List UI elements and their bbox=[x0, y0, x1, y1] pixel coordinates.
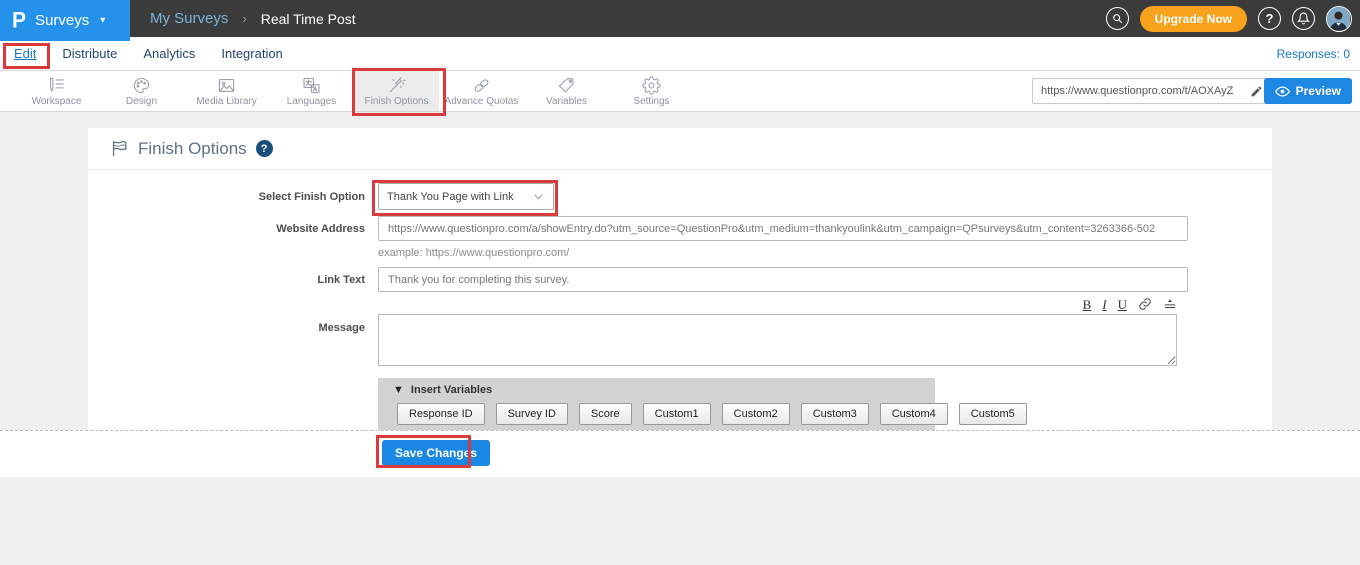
variable-custom2-button[interactable]: Custom2 bbox=[722, 403, 790, 425]
panel-header: Finish Options ? bbox=[88, 128, 1272, 170]
link-text-label: Link Text bbox=[88, 267, 365, 286]
questionpro-logo: P bbox=[12, 9, 26, 31]
page-title: Finish Options bbox=[138, 139, 247, 159]
select-finish-option-label: Select Finish Option bbox=[88, 183, 365, 203]
pen-list-icon bbox=[47, 76, 66, 95]
toolbar-item-media-library[interactable]: Media Library bbox=[184, 71, 269, 111]
align-icon bbox=[1163, 297, 1177, 311]
italic-button[interactable]: I bbox=[1102, 298, 1106, 311]
bell-icon bbox=[1297, 12, 1310, 25]
insert-link-button[interactable] bbox=[1138, 297, 1152, 311]
survey-url-input[interactable] bbox=[1033, 85, 1243, 97]
variable-score-button[interactable]: Score bbox=[579, 403, 632, 425]
link-icon bbox=[1138, 297, 1152, 311]
select-finish-option-row: Select Finish Option Thank You Page with… bbox=[88, 183, 1272, 210]
website-example-text: example: https://www.questionpro.com/ bbox=[378, 247, 1272, 259]
variable-custom3-button[interactable]: Custom3 bbox=[801, 403, 869, 425]
search-icon bbox=[1111, 12, 1124, 25]
message-format-toolbar: B I U bbox=[88, 296, 1177, 312]
variable-survey-id-button[interactable]: Survey ID bbox=[496, 403, 568, 425]
upgrade-now-button[interactable]: Upgrade Now bbox=[1140, 6, 1247, 32]
message-textarea[interactable] bbox=[378, 314, 1177, 366]
insert-variables-panel: ▼ Insert Variables Response ID Survey ID… bbox=[378, 378, 935, 432]
finish-option-select[interactable]: Thank You Page with Link bbox=[378, 183, 554, 210]
toolbar-item-workspace[interactable]: Workspace bbox=[14, 71, 99, 111]
gear-icon bbox=[642, 76, 661, 95]
edit-toolbar: Workspace Design Media Library Languages… bbox=[0, 71, 1360, 112]
breadcrumb: My Surveys › Real Time Post bbox=[150, 0, 356, 37]
help-button[interactable]: ? bbox=[1258, 7, 1281, 30]
chain-links-icon bbox=[472, 76, 491, 95]
eye-icon bbox=[1275, 84, 1290, 99]
pencil-icon bbox=[1250, 85, 1263, 98]
tab-distribute[interactable]: Distribute bbox=[62, 46, 117, 61]
finish-option-selected-value: Thank You Page with Link bbox=[387, 191, 514, 203]
insert-variables-toggle[interactable]: ▼ Insert Variables bbox=[378, 384, 935, 396]
notifications-button[interactable] bbox=[1292, 7, 1315, 30]
questionpro-app: My Surveys › Real Time Post Upgrade Now … bbox=[0, 0, 1360, 565]
chevron-down-icon bbox=[532, 190, 545, 203]
variable-custom4-button[interactable]: Custom4 bbox=[880, 403, 948, 425]
variable-response-id-button[interactable]: Response ID bbox=[397, 403, 485, 425]
preview-button[interactable]: Preview bbox=[1264, 78, 1352, 104]
responses-count[interactable]: Responses: 0 bbox=[1277, 47, 1360, 61]
search-button[interactable] bbox=[1106, 7, 1129, 30]
survey-tabs: Edit Distribute Analytics Integration Re… bbox=[0, 37, 1360, 71]
underline-button[interactable]: U bbox=[1118, 298, 1127, 311]
toolbar-item-design[interactable]: Design bbox=[99, 71, 184, 111]
breadcrumb-current-survey: Real Time Post bbox=[261, 11, 356, 27]
tab-analytics[interactable]: Analytics bbox=[143, 46, 195, 61]
finish-options-panel: Finish Options ? Select Finish Option Th… bbox=[88, 128, 1272, 430]
magic-wand-icon bbox=[387, 76, 406, 95]
save-changes-button[interactable]: Save Changes bbox=[382, 440, 490, 466]
caret-down-icon: ▾ bbox=[100, 15, 105, 26]
toolbar-item-variables[interactable]: Variables bbox=[524, 71, 609, 111]
top-bar: My Surveys › Real Time Post Upgrade Now … bbox=[0, 0, 1360, 37]
breadcrumb-my-surveys[interactable]: My Surveys bbox=[150, 10, 228, 27]
tag-icon bbox=[557, 76, 576, 95]
topbar-actions: Upgrade Now ? bbox=[1106, 0, 1352, 37]
toolbar-item-languages[interactable]: Languages bbox=[269, 71, 354, 111]
survey-url-field bbox=[1032, 78, 1270, 104]
palette-icon bbox=[132, 76, 151, 95]
toolbar-item-finish-options[interactable]: Finish Options bbox=[354, 71, 439, 111]
variable-custom1-button[interactable]: Custom1 bbox=[643, 403, 711, 425]
message-label: Message bbox=[88, 314, 365, 334]
caret-down-icon: ▼ bbox=[393, 385, 404, 396]
link-text-input[interactable] bbox=[378, 267, 1188, 292]
finish-options-form: Select Finish Option Thank You Page with… bbox=[88, 170, 1272, 432]
bold-button[interactable]: B bbox=[1083, 298, 1092, 311]
tab-integration[interactable]: Integration bbox=[221, 46, 282, 61]
toolbar-item-advance-quotas[interactable]: Advance Quotas bbox=[439, 71, 524, 111]
insert-variables-title: Insert Variables bbox=[411, 384, 492, 396]
website-address-input[interactable] bbox=[378, 216, 1188, 241]
variable-custom5-button[interactable]: Custom5 bbox=[959, 403, 1027, 425]
product-switcher[interactable]: P Surveys ▾ bbox=[0, 0, 130, 41]
text-align-button[interactable] bbox=[1163, 297, 1177, 311]
toolbar-item-settings[interactable]: Settings bbox=[609, 71, 694, 111]
message-row: Message bbox=[88, 314, 1272, 371]
tab-edit[interactable]: Edit bbox=[14, 46, 36, 61]
website-address-label: Website Address bbox=[88, 216, 365, 235]
save-strip: Save Changes bbox=[0, 430, 1360, 477]
breadcrumb-separator-icon: › bbox=[242, 11, 246, 26]
flag-icon bbox=[110, 139, 129, 158]
product-name: Surveys bbox=[35, 12, 89, 29]
avatar-photo bbox=[1327, 7, 1350, 30]
translate-icon bbox=[302, 76, 321, 95]
insert-variables-buttons: Response ID Survey ID Score Custom1 Cust… bbox=[378, 403, 935, 425]
link-text-row: Link Text bbox=[88, 267, 1272, 292]
finish-options-help-button[interactable]: ? bbox=[256, 140, 273, 157]
website-address-row: Website Address bbox=[88, 216, 1272, 241]
image-icon bbox=[217, 76, 236, 95]
user-avatar[interactable] bbox=[1326, 6, 1352, 32]
